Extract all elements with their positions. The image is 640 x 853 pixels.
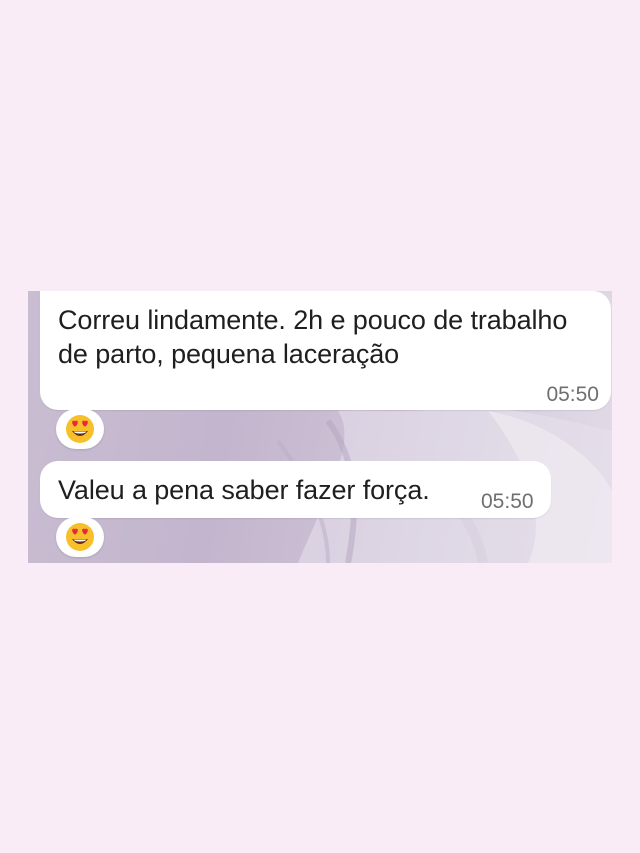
screenshot-page: Correu lindamente. 2h e pouco de trabalh…	[0, 0, 640, 853]
reaction-badge-1[interactable]	[56, 409, 104, 449]
message-text: Correu lindamente. 2h e pouco de trabalh…	[58, 305, 568, 369]
message-bubble-2[interactable]: Valeu a pena saber fazer força.	[40, 461, 551, 518]
reaction-badge-2[interactable]	[56, 517, 104, 557]
heart-eyes-emoji-icon	[66, 523, 94, 551]
message-time: 05:50	[546, 383, 599, 406]
message-time: 05:50	[481, 490, 534, 513]
chat-area[interactable]: Correu lindamente. 2h e pouco de trabalh…	[28, 291, 612, 563]
message-bubble-1[interactable]: Correu lindamente. 2h e pouco de trabalh…	[40, 291, 611, 410]
message-text: Valeu a pena saber fazer força.	[58, 475, 430, 505]
heart-eyes-emoji-icon	[66, 415, 94, 443]
